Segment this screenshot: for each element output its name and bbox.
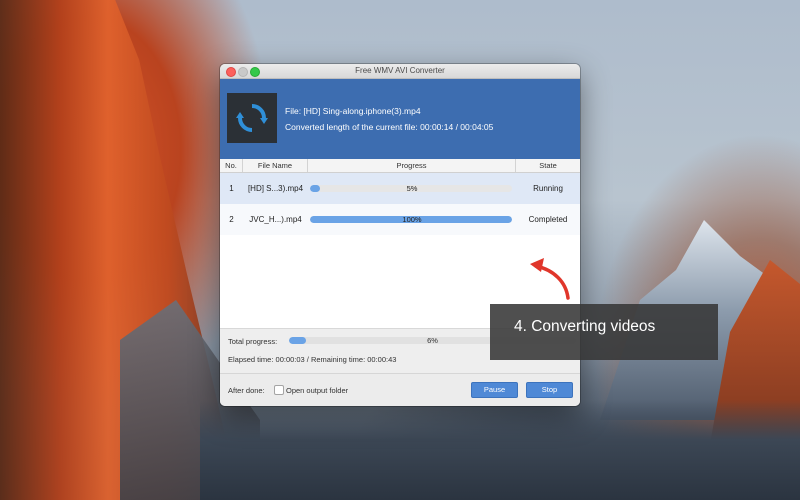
title-bar: Free WMV AVI Converter bbox=[220, 64, 580, 79]
progress-percent: 5% bbox=[406, 184, 418, 193]
column-file-name[interactable]: File Name bbox=[243, 159, 308, 172]
wallpaper-valley bbox=[200, 400, 800, 500]
open-output-folder-label[interactable]: Open output folder bbox=[286, 386, 348, 395]
current-file-name: File: [HD] Sing-along.iphone(3).mp4 bbox=[285, 106, 421, 116]
current-file-header: File: [HD] Sing-along.iphone(3).mp4 Conv… bbox=[220, 79, 580, 159]
pointer-arrow-icon bbox=[530, 258, 570, 300]
stop-button[interactable]: Stop bbox=[526, 382, 573, 398]
total-progress-label: Total progress: bbox=[228, 337, 278, 346]
refresh-icon bbox=[236, 104, 268, 132]
close-window-button[interactable] bbox=[226, 67, 236, 77]
row-number: 1 bbox=[229, 184, 234, 193]
converted-length: Converted length of the current file: 00… bbox=[285, 122, 494, 132]
minimize-window-button[interactable] bbox=[238, 67, 248, 77]
row-file-name: [HD] S...3).mp4 bbox=[247, 184, 304, 193]
convert-thumbnail bbox=[227, 93, 277, 143]
progress-percent: 100% bbox=[402, 215, 422, 224]
zoom-window-button[interactable] bbox=[250, 67, 260, 77]
table-row[interactable]: 1 [HD] S...3).mp4 5% Running bbox=[220, 173, 580, 204]
table-row[interactable]: 2 JVC_H...).mp4 100% Completed bbox=[220, 204, 580, 235]
step-caption: 4. Converting videos bbox=[490, 304, 718, 360]
open-output-folder-checkbox[interactable] bbox=[274, 385, 284, 395]
footer-bar: After done: Open output folder Pause Sto… bbox=[220, 373, 580, 406]
elapsed-remaining-time: Elapsed time: 00:00:03 / Remaining time:… bbox=[228, 355, 397, 364]
after-done-label: After done: bbox=[228, 386, 265, 395]
row-state: Running bbox=[533, 184, 563, 193]
column-no[interactable]: No. bbox=[220, 159, 243, 172]
row-progress: 5% bbox=[308, 173, 516, 204]
row-file-name: JVC_H...).mp4 bbox=[249, 215, 302, 224]
pause-button[interactable]: Pause bbox=[471, 382, 518, 398]
table-header: No. File Name Progress State bbox=[220, 159, 580, 173]
row-state: Completed bbox=[528, 215, 568, 224]
row-number: 2 bbox=[229, 215, 234, 224]
column-state[interactable]: State bbox=[516, 159, 580, 172]
column-progress[interactable]: Progress bbox=[308, 159, 516, 172]
row-progress: 100% bbox=[308, 204, 516, 235]
window-title: Free WMV AVI Converter bbox=[355, 66, 445, 75]
